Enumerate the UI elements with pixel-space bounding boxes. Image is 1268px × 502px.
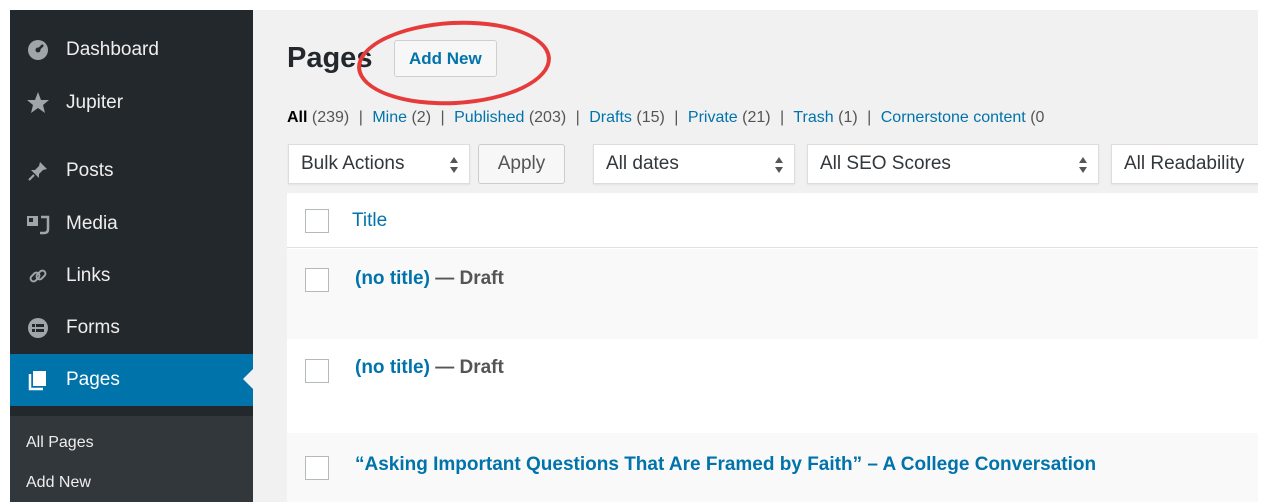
submenu-all-pages[interactable]: All Pages	[26, 434, 94, 452]
forms-icon	[24, 314, 52, 342]
pages-icon	[24, 366, 52, 394]
menu-label: Dashboard	[66, 39, 159, 60]
select-value: Bulk Actions	[301, 153, 405, 174]
separator: |	[440, 109, 445, 126]
submenu-add-new[interactable]: Add New	[26, 474, 91, 492]
select-value: All SEO Scores	[820, 153, 951, 174]
menu-label: Pages	[66, 369, 120, 390]
separator: |	[780, 109, 785, 126]
apply-button[interactable]: Apply	[478, 144, 565, 184]
menu-item-pages[interactable]: Pages	[10, 354, 253, 406]
separator: |	[867, 109, 872, 126]
filter-count: (15)	[636, 109, 665, 126]
table-row: “Asking Important Questions That Are Fra…	[287, 433, 1258, 502]
pin-icon	[24, 157, 52, 185]
row-title: (no title) — Draft	[355, 357, 504, 379]
menu-label: Links	[66, 265, 111, 286]
menu-item-jupiter[interactable]: Jupiter	[10, 78, 253, 128]
row-title: “Asking Important Questions That Are Fra…	[355, 454, 1096, 476]
bulk-actions-select[interactable]: Bulk Actions	[288, 144, 470, 184]
dashboard-icon	[24, 36, 52, 64]
filter-private[interactable]: Private	[688, 109, 738, 126]
filter-count: (239)	[311, 109, 350, 126]
page-title: Pages	[287, 42, 373, 74]
menu-label: Posts	[66, 160, 114, 181]
menu-item-forms[interactable]: Forms	[10, 303, 253, 353]
status-filter-links: All (239) | Mine (2) | Published (203) |…	[287, 109, 1044, 127]
link-icon	[24, 262, 52, 290]
filter-drafts[interactable]: Drafts	[589, 109, 632, 126]
row-title-link[interactable]: (no title)	[355, 268, 430, 289]
filter-count: (2)	[411, 109, 432, 126]
separator: |	[358, 109, 363, 126]
updown-arrows-icon	[774, 155, 784, 175]
filter-mine[interactable]: Mine	[372, 109, 407, 126]
menu-label: Forms	[66, 317, 120, 338]
select-value: All Readability	[1124, 153, 1245, 174]
table-header-row: Title	[287, 193, 1258, 248]
menu-item-links[interactable]: Links	[10, 251, 253, 301]
row-state: — Draft	[429, 357, 504, 378]
menu-item-dashboard[interactable]: Dashboard	[10, 25, 253, 75]
table-row: (no title) — Draft	[287, 249, 1258, 339]
admin-sidebar: Dashboard Jupiter Posts Media Links Form…	[10, 10, 253, 502]
filter-all[interactable]: All	[287, 109, 307, 126]
column-title-header[interactable]: Title	[352, 210, 387, 232]
row-title-link[interactable]: (no title)	[355, 357, 430, 378]
active-indicator-arrow	[243, 369, 253, 389]
pages-table: Title (no title) — Draft (no title) — Dr…	[287, 193, 1258, 502]
separator: |	[674, 109, 679, 126]
row-state: — Draft	[429, 268, 504, 289]
updown-arrows-icon	[1078, 155, 1088, 175]
filter-count: (1)	[838, 109, 858, 126]
filter-published[interactable]: Published	[454, 109, 524, 126]
select-value: All dates	[606, 153, 679, 174]
filter-count: (203)	[528, 109, 567, 126]
star-icon	[24, 89, 52, 117]
readability-filter-select[interactable]: All Readability	[1111, 144, 1258, 184]
row-checkbox[interactable]	[305, 456, 329, 480]
pages-submenu: All Pages Add New	[10, 416, 253, 502]
updown-arrows-icon	[449, 155, 459, 175]
table-row: (no title) — Draft	[287, 339, 1258, 433]
filter-cornerstone[interactable]: Cornerstone content	[881, 109, 1026, 126]
dates-filter-select[interactable]: All dates	[593, 144, 795, 184]
menu-label: Media	[66, 213, 118, 234]
row-title-link[interactable]: “Asking Important Questions That Are Fra…	[355, 454, 1096, 475]
menu-label: Jupiter	[66, 92, 124, 113]
menu-item-media[interactable]: Media	[10, 199, 253, 249]
add-new-button[interactable]: Add New	[394, 40, 497, 77]
filter-count: (0	[1030, 109, 1045, 126]
seo-score-filter-select[interactable]: All SEO Scores	[807, 144, 1099, 184]
main-content: Pages Add New All (239) | Mine (2) | Pub…	[253, 10, 1258, 502]
row-checkbox[interactable]	[305, 268, 329, 292]
filter-trash[interactable]: Trash	[793, 109, 833, 126]
menu-item-posts[interactable]: Posts	[10, 146, 253, 196]
media-icon	[24, 210, 52, 238]
separator: |	[575, 109, 580, 126]
row-title: (no title) — Draft	[355, 268, 504, 290]
row-checkbox[interactable]	[305, 359, 329, 383]
filter-count: (21)	[742, 109, 771, 126]
select-all-checkbox[interactable]	[305, 209, 329, 233]
